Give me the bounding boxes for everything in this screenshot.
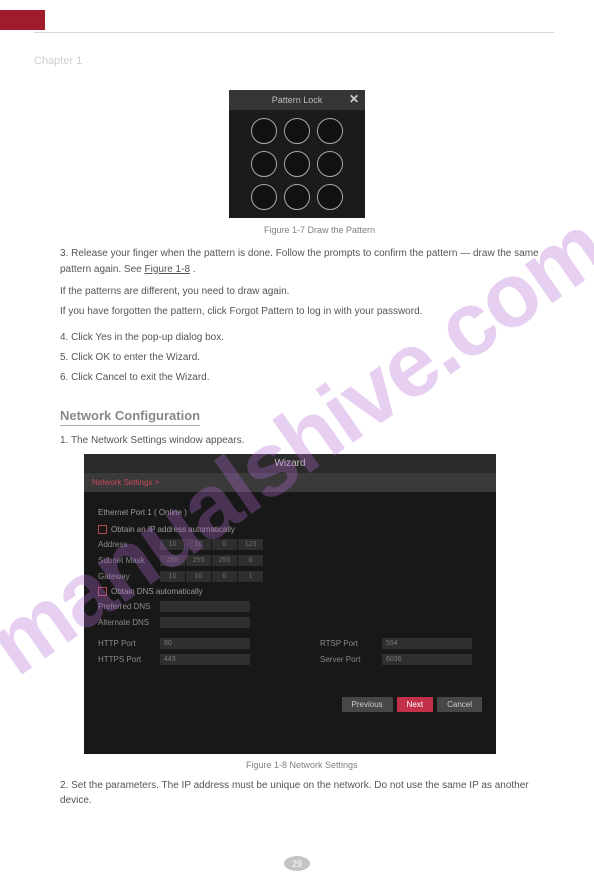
header-rule <box>34 32 554 33</box>
figure-link[interactable]: Figure 1-8 <box>145 264 191 275</box>
wizard-subtitle: Network Settings > <box>84 473 496 492</box>
adns-label: Alternate DNS <box>98 618 160 627</box>
ports-block: HTTP Port 80 HTTPS Port 443 RTSP Port 55… <box>98 633 482 670</box>
rtsp-label: RTSP Port <box>320 639 382 648</box>
gateway-row: Gateway 10 10 0 1 <box>98 571 482 582</box>
ip-octet[interactable]: 123 <box>238 539 263 550</box>
pattern-dot[interactable] <box>317 151 343 177</box>
header-accent <box>0 10 45 30</box>
figure-caption-1: Figure 1-7 Draw the Pattern <box>264 225 375 235</box>
ip-octet[interactable]: 10 <box>186 539 211 550</box>
https-input[interactable]: 443 <box>160 654 250 665</box>
chapter-label: Chapter 1 <box>34 55 82 67</box>
http-row: HTTP Port 80 <box>98 638 250 649</box>
gateway-label: Gateway <box>98 572 160 581</box>
ip-octet[interactable]: 0 <box>212 571 237 582</box>
pattern-dot[interactable] <box>284 184 310 210</box>
next-button[interactable]: Next <box>397 697 433 712</box>
pdns-input[interactable] <box>160 601 250 612</box>
server-row: Server Port 6036 <box>320 654 472 665</box>
auto-ip-row[interactable]: Obtain an IP address automatically <box>98 525 482 534</box>
auto-dns-label: Obtain DNS automatically <box>111 587 203 596</box>
cancel-button[interactable]: Cancel <box>437 697 482 712</box>
auto-ip-label: Obtain an IP address automatically <box>111 525 235 534</box>
auto-dns-row[interactable]: Obtain DNS automatically <box>98 587 482 596</box>
adns-input[interactable] <box>160 617 250 628</box>
pattern-grid[interactable] <box>229 110 365 218</box>
pattern-dot[interactable] <box>317 118 343 144</box>
rtsp-input[interactable]: 554 <box>382 638 472 649</box>
gateway-input[interactable]: 10 10 0 1 <box>160 571 263 582</box>
step-3-text: 3. Release your finger when the pattern … <box>60 248 539 275</box>
step-4: 4. Click Yes in the pop-up dialog box. <box>60 330 550 346</box>
page-number: 29 <box>284 856 310 871</box>
step-6: 6. Click Cancel to exit the Wizard. <box>60 370 550 386</box>
mask-input[interactable]: 255 255 255 0 <box>160 555 263 566</box>
ip-octet[interactable]: 0 <box>212 539 237 550</box>
checkbox-icon[interactable] <box>98 525 107 534</box>
step-3-tail: . <box>193 264 196 275</box>
wizard-panel: Wizard Network Settings > Ethernet Port … <box>84 454 496 754</box>
https-row: HTTPS Port 443 <box>98 654 250 665</box>
https-label: HTTPS Port <box>98 655 160 664</box>
net-step-1: 1. The Network Settings window appears. <box>60 435 244 446</box>
ip-octet[interactable]: 0 <box>238 555 263 566</box>
net-step-2: 2. Set the parameters. The IP address mu… <box>60 778 530 808</box>
step-3-note1: If the patterns are different, you need … <box>60 284 550 300</box>
section-heading: Network Configuration <box>60 408 200 426</box>
wizard-buttons: Previous Next Cancel <box>342 697 482 712</box>
pattern-lock-header: Pattern Lock ✕ <box>229 90 365 110</box>
server-label: Server Port <box>320 655 382 664</box>
ip-octet[interactable]: 10 <box>160 539 185 550</box>
checkbox-icon[interactable] <box>98 587 107 596</box>
pattern-lock-card: Pattern Lock ✕ <box>229 90 365 218</box>
close-icon[interactable]: ✕ <box>349 92 359 106</box>
mask-label: Subnet Mask <box>98 556 160 565</box>
http-input[interactable]: 80 <box>160 638 250 649</box>
pattern-dot[interactable] <box>251 151 277 177</box>
wizard-body: Ethernet Port 1 ( Online ) Obtain an IP … <box>84 492 496 722</box>
wizard-title: Wizard <box>84 454 496 473</box>
pattern-dot[interactable] <box>284 118 310 144</box>
ip-octet[interactable]: 255 <box>160 555 185 566</box>
ip-octet[interactable]: 1 <box>238 571 263 582</box>
pdns-label: Preferred DNS <box>98 602 160 611</box>
ip-octet[interactable]: 10 <box>160 571 185 582</box>
step-3: 3. Release your finger when the pattern … <box>60 246 550 277</box>
ethernet-section: Ethernet Port 1 ( Online ) <box>98 508 482 517</box>
address-label: Address <box>98 540 160 549</box>
ip-octet[interactable]: 10 <box>186 571 211 582</box>
pattern-dot[interactable] <box>251 184 277 210</box>
step-5: 5. Click OK to enter the Wizard. <box>60 350 550 366</box>
pattern-lock-title: Pattern Lock <box>272 95 323 105</box>
http-label: HTTP Port <box>98 639 160 648</box>
figure-caption-2: Figure 1-8 Network Settings <box>246 760 358 770</box>
address-input[interactable]: 10 10 0 123 <box>160 539 263 550</box>
pattern-dot[interactable] <box>317 184 343 210</box>
step-3-note2: If you have forgotten the pattern, click… <box>60 304 550 320</box>
previous-button[interactable]: Previous <box>342 697 393 712</box>
adns-row: Alternate DNS <box>98 617 482 628</box>
address-row: Address 10 10 0 123 <box>98 539 482 550</box>
pdns-row: Preferred DNS <box>98 601 482 612</box>
pattern-dot[interactable] <box>284 151 310 177</box>
ip-octet[interactable]: 255 <box>212 555 237 566</box>
ip-octet[interactable]: 255 <box>186 555 211 566</box>
server-input[interactable]: 6036 <box>382 654 472 665</box>
mask-row: Subnet Mask 255 255 255 0 <box>98 555 482 566</box>
pattern-dot[interactable] <box>251 118 277 144</box>
rtsp-row: RTSP Port 554 <box>320 638 472 649</box>
